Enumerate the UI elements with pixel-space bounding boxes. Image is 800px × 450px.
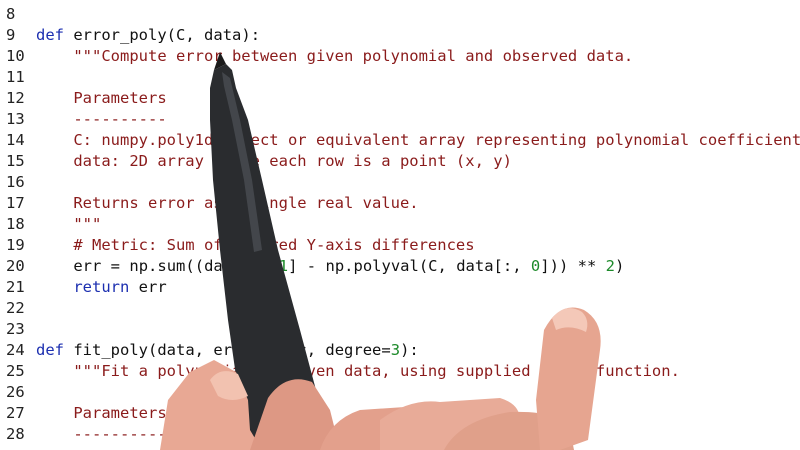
- code-line[interactable]: 23: [0, 319, 800, 340]
- line-number: 8: [6, 5, 16, 23]
- code-line[interactable]: 13 ----------: [0, 109, 800, 130]
- code-line[interactable]: 21 return err: [0, 277, 800, 298]
- line-number: 15: [6, 152, 25, 170]
- code-line[interactable]: 17 Returns error as a single real value.: [0, 193, 800, 214]
- code-text: ----------: [36, 110, 167, 128]
- line-number: 17: [6, 194, 25, 212]
- line-number: 24: [6, 341, 25, 359]
- code-text: Parameters: [36, 89, 167, 107]
- code-line[interactable]: 9 def error_poly(C, data):: [0, 25, 800, 46]
- code-text: data: 2D array where each row is a point…: [36, 152, 512, 170]
- code-text: Parameters: [36, 404, 167, 422]
- code-line[interactable]: 15 data: 2D array where each row is a po…: [0, 151, 800, 172]
- line-number: 26: [6, 383, 25, 401]
- code-line[interactable]: 22: [0, 298, 800, 319]
- code-line[interactable]: 27 Parameters: [0, 403, 800, 424]
- code-line[interactable]: 25 """Fit a polynomial to given data, us…: [0, 361, 800, 382]
- line-number: 27: [6, 404, 25, 422]
- line-number: 22: [6, 299, 25, 317]
- line-number: 9: [6, 26, 16, 44]
- code-text: Returns error as a single real value.: [36, 194, 419, 212]
- code-line[interactable]: 28 ----------: [0, 424, 800, 445]
- code-text: C: numpy.poly1d object or equivalent arr…: [36, 131, 800, 149]
- line-number: 11: [6, 68, 25, 86]
- code-editor[interactable]: 8 9 def error_poly(C, data): 10 """Compute …: [0, 0, 800, 450]
- code-text: err = np.sum((data[:, 1] - np.polyval(C,…: [73, 257, 625, 275]
- code-line[interactable]: 14 C: numpy.poly1d object or equivalent …: [0, 130, 800, 151]
- code-text: """: [73, 215, 102, 233]
- code-text: # Metric: Sum of squared Y-axis differen…: [73, 236, 475, 254]
- line-number: 28: [6, 425, 25, 443]
- code-text: """Fit a polynomial to given data, using…: [73, 362, 680, 380]
- line-number: 20: [6, 257, 25, 275]
- code-text: ----------: [36, 425, 167, 443]
- code-line[interactable]: 24 def fit_poly(data, error_func, degree=…: [0, 340, 800, 361]
- line-number: 18: [6, 215, 25, 233]
- line-number: 21: [6, 278, 25, 296]
- code-text: """Compute error between given polynomia…: [73, 47, 634, 65]
- line-number: 19: [6, 236, 25, 254]
- line-number: 10: [6, 47, 25, 65]
- line-number: 13: [6, 110, 25, 128]
- line-number: 14: [6, 131, 25, 149]
- code-line[interactable]: 20 err = np.sum((data[:, 1] - np.polyval…: [0, 256, 800, 277]
- code-line[interactable]: 16: [0, 172, 800, 193]
- line-number: 12: [6, 89, 25, 107]
- code-line[interactable]: 12 Parameters: [0, 88, 800, 109]
- code-line[interactable]: 19 # Metric: Sum of squared Y-axis diffe…: [0, 235, 800, 256]
- code-line[interactable]: 18 """: [0, 214, 800, 235]
- line-number: 25: [6, 362, 25, 380]
- code-line[interactable]: 26: [0, 382, 800, 403]
- code-line[interactable]: 10 """Compute error between given polyno…: [0, 46, 800, 67]
- line-number: 16: [6, 173, 25, 191]
- line-number: 23: [6, 320, 25, 338]
- code-text: return err: [73, 278, 167, 296]
- code-text: def error_poly(C, data):: [36, 26, 261, 44]
- code-line[interactable]: 11: [0, 67, 800, 88]
- code-text: def fit_poly(data, error_func, degree=3)…: [36, 341, 419, 359]
- code-line[interactable]: 8: [0, 4, 800, 25]
